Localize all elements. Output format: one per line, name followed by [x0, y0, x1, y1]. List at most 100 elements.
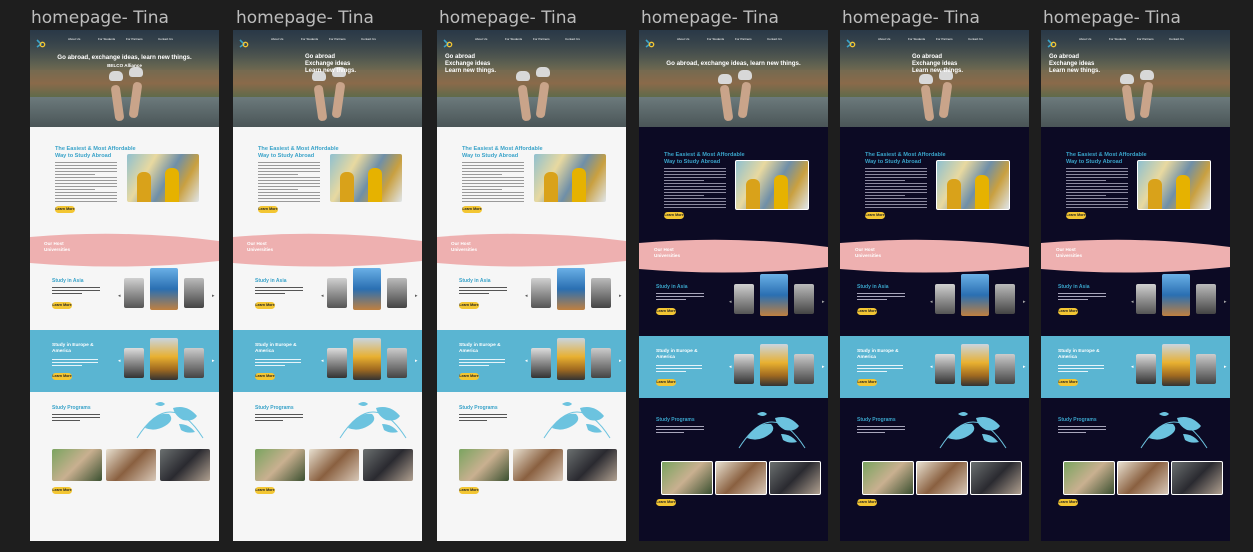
- carousel-next-icon[interactable]: ▸: [415, 358, 418, 364]
- nav-link[interactable]: For Partners: [936, 37, 953, 41]
- learn-more-button[interactable]: Learn More: [52, 487, 72, 494]
- learn-more-button[interactable]: Learn More: [52, 373, 72, 380]
- frame-title[interactable]: homepage- Tina: [842, 8, 980, 28]
- carousel-prev-icon[interactable]: ◂: [729, 364, 732, 370]
- nav-link[interactable]: For Students: [1109, 37, 1126, 41]
- learn-more-button[interactable]: Learn More: [656, 379, 676, 386]
- logo-icon[interactable]: [36, 35, 46, 48]
- nav-link[interactable]: Contact Us: [1169, 37, 1184, 41]
- artboard-homepage[interactable]: About Us For Students For Partners Contact …: [1041, 30, 1230, 541]
- carousel-next-icon[interactable]: ▸: [1224, 299, 1227, 305]
- text-line: [865, 192, 927, 193]
- carousel-prev-icon[interactable]: ◂: [1131, 364, 1134, 370]
- nav-link[interactable]: For Students: [908, 37, 925, 41]
- learn-more-button[interactable]: Learn More: [1058, 379, 1078, 386]
- nav-link[interactable]: About Us: [271, 37, 283, 41]
- carousel-prev-icon[interactable]: ◂: [118, 358, 121, 364]
- europe-title: America: [459, 349, 478, 354]
- nav-link[interactable]: About Us: [878, 37, 890, 41]
- hero-shoe: [515, 71, 530, 81]
- carousel-prev-icon[interactable]: ◂: [525, 358, 528, 364]
- europe-photo-left: [531, 348, 551, 378]
- learn-more-button[interactable]: Learn More: [865, 212, 885, 219]
- nav-link[interactable]: Contact Us: [158, 37, 173, 41]
- logo-icon[interactable]: [239, 35, 249, 48]
- frame-title[interactable]: homepage- Tina: [236, 8, 374, 28]
- learn-more-button[interactable]: Learn More: [255, 302, 275, 309]
- nav-link[interactable]: For Students: [505, 37, 522, 41]
- learn-more-button[interactable]: Learn More: [459, 302, 479, 309]
- nav-link[interactable]: Contact Us: [767, 37, 782, 41]
- carousel-prev-icon[interactable]: ◂: [930, 299, 933, 305]
- carousel-prev-icon[interactable]: ◂: [118, 293, 121, 299]
- nav-link[interactable]: For Partners: [735, 37, 752, 41]
- nav-link[interactable]: Contact Us: [565, 37, 580, 41]
- learn-more-button[interactable]: Learn More: [459, 373, 479, 380]
- carousel-next-icon[interactable]: ▸: [822, 299, 825, 305]
- learn-more-button[interactable]: Learn More: [656, 308, 676, 315]
- intro-photo-person: [340, 172, 354, 202]
- learn-more-button[interactable]: Learn More: [857, 308, 877, 315]
- carousel-prev-icon[interactable]: ◂: [930, 364, 933, 370]
- carousel-next-icon[interactable]: ▸: [619, 358, 622, 364]
- logo-icon[interactable]: [1047, 35, 1057, 48]
- nav-link[interactable]: About Us: [475, 37, 487, 41]
- carousel-next-icon[interactable]: ▸: [619, 293, 622, 299]
- learn-more-button[interactable]: Learn More: [1058, 499, 1078, 506]
- logo-icon[interactable]: [846, 35, 856, 48]
- nav-link[interactable]: For Students: [98, 37, 115, 41]
- carousel-next-icon[interactable]: ▸: [212, 358, 215, 364]
- learn-more-button[interactable]: Learn More: [255, 487, 275, 494]
- learn-more-button[interactable]: Learn More: [857, 499, 877, 506]
- artboard-homepage[interactable]: About Us For Students For Partners Contact …: [639, 30, 828, 541]
- carousel-next-icon[interactable]: ▸: [1023, 364, 1026, 370]
- learn-more-button[interactable]: Learn More: [664, 212, 684, 219]
- frame-title[interactable]: homepage- Tina: [31, 8, 169, 28]
- nav-link[interactable]: For Partners: [329, 37, 346, 41]
- frame-title[interactable]: homepage- Tina: [439, 8, 577, 28]
- learn-more-button[interactable]: Learn More: [656, 499, 676, 506]
- carousel-next-icon[interactable]: ▸: [1023, 299, 1026, 305]
- carousel-next-icon[interactable]: ▸: [212, 293, 215, 299]
- nav-link[interactable]: About Us: [677, 37, 689, 41]
- carousel-prev-icon[interactable]: ◂: [321, 293, 324, 299]
- artboard-homepage[interactable]: About Us For Students For Partners Contact …: [233, 30, 422, 541]
- carousel-prev-icon[interactable]: ◂: [1131, 299, 1134, 305]
- carousel-next-icon[interactable]: ▸: [822, 364, 825, 370]
- frame-title[interactable]: homepage- Tina: [641, 8, 779, 28]
- text-line: [258, 180, 320, 181]
- logo-icon[interactable]: [645, 35, 655, 48]
- learn-more-button[interactable]: Learn More: [462, 206, 482, 213]
- nav-link[interactable]: For Students: [301, 37, 318, 41]
- nav-link[interactable]: For Partners: [533, 37, 550, 41]
- learn-more-button[interactable]: Learn More: [459, 487, 479, 494]
- text-line: [865, 174, 927, 175]
- carousel-prev-icon[interactable]: ◂: [729, 299, 732, 305]
- learn-more-button[interactable]: Learn More: [52, 302, 72, 309]
- logo-icon[interactable]: [443, 35, 453, 48]
- carousel-next-icon[interactable]: ▸: [415, 293, 418, 299]
- text-line: [462, 174, 502, 175]
- program-photo: [459, 449, 509, 481]
- nav-link[interactable]: For Students: [707, 37, 724, 41]
- nav-link[interactable]: About Us: [1079, 37, 1091, 41]
- learn-more-button[interactable]: Learn More: [258, 206, 278, 213]
- nav-link[interactable]: Contact Us: [361, 37, 376, 41]
- learn-more-button[interactable]: Learn More: [55, 206, 75, 213]
- artboard-homepage[interactable]: About Us For Students For Partners Contact …: [840, 30, 1029, 541]
- carousel-prev-icon[interactable]: ◂: [321, 358, 324, 364]
- carousel-prev-icon[interactable]: ◂: [525, 293, 528, 299]
- artboard-homepage[interactable]: About Us For Students For Partners Contact …: [437, 30, 626, 541]
- nav-link[interactable]: For Partners: [1137, 37, 1154, 41]
- carousel-next-icon[interactable]: ▸: [1224, 364, 1227, 370]
- nav-link[interactable]: For Partners: [126, 37, 143, 41]
- artboard-homepage[interactable]: About Us For Students For Partners Contact …: [30, 30, 219, 541]
- universities-title: Our Host: [1056, 247, 1076, 252]
- learn-more-button[interactable]: Learn More: [857, 379, 877, 386]
- nav-link[interactable]: About Us: [68, 37, 80, 41]
- frame-title[interactable]: homepage- Tina: [1043, 8, 1181, 28]
- learn-more-button[interactable]: Learn More: [255, 373, 275, 380]
- learn-more-button[interactable]: Learn More: [1058, 308, 1078, 315]
- nav-link[interactable]: Contact Us: [968, 37, 983, 41]
- learn-more-button[interactable]: Learn More: [1066, 212, 1086, 219]
